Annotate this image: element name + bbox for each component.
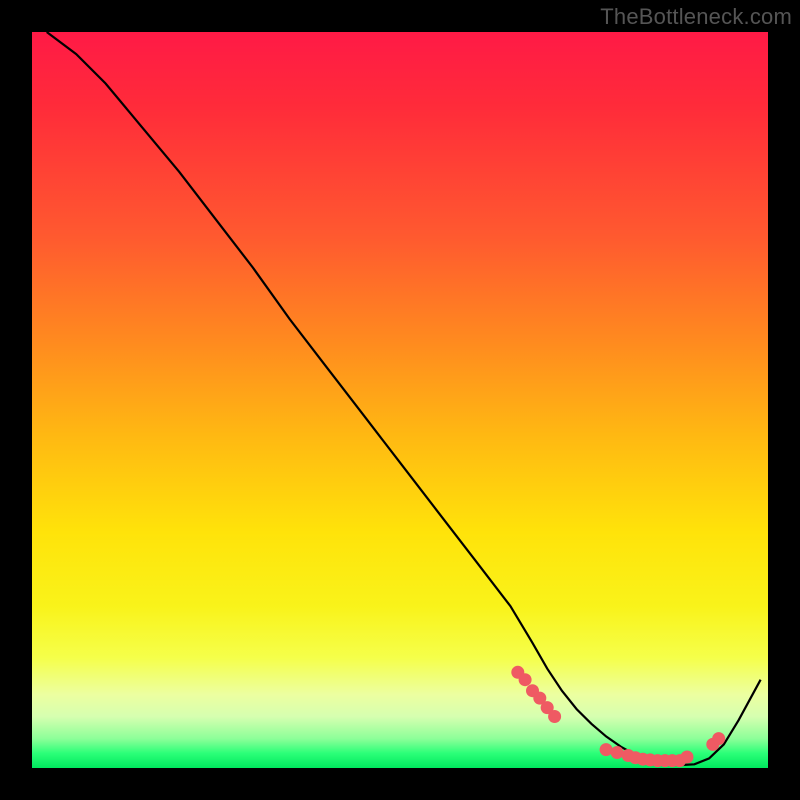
minimum-segment-point <box>611 746 624 759</box>
plot-area <box>32 32 768 768</box>
marker-group <box>511 666 725 767</box>
plot-svg <box>32 32 768 768</box>
bottleneck-curve <box>47 32 761 765</box>
left-cluster-point <box>548 710 561 723</box>
right-rise-point <box>712 732 725 745</box>
left-cluster-point <box>519 673 532 686</box>
watermark-text: TheBottleneck.com <box>600 4 792 30</box>
chart-frame: TheBottleneck.com <box>0 0 800 800</box>
minimum-segment-point <box>600 743 613 756</box>
minimum-segment-point <box>681 751 694 764</box>
